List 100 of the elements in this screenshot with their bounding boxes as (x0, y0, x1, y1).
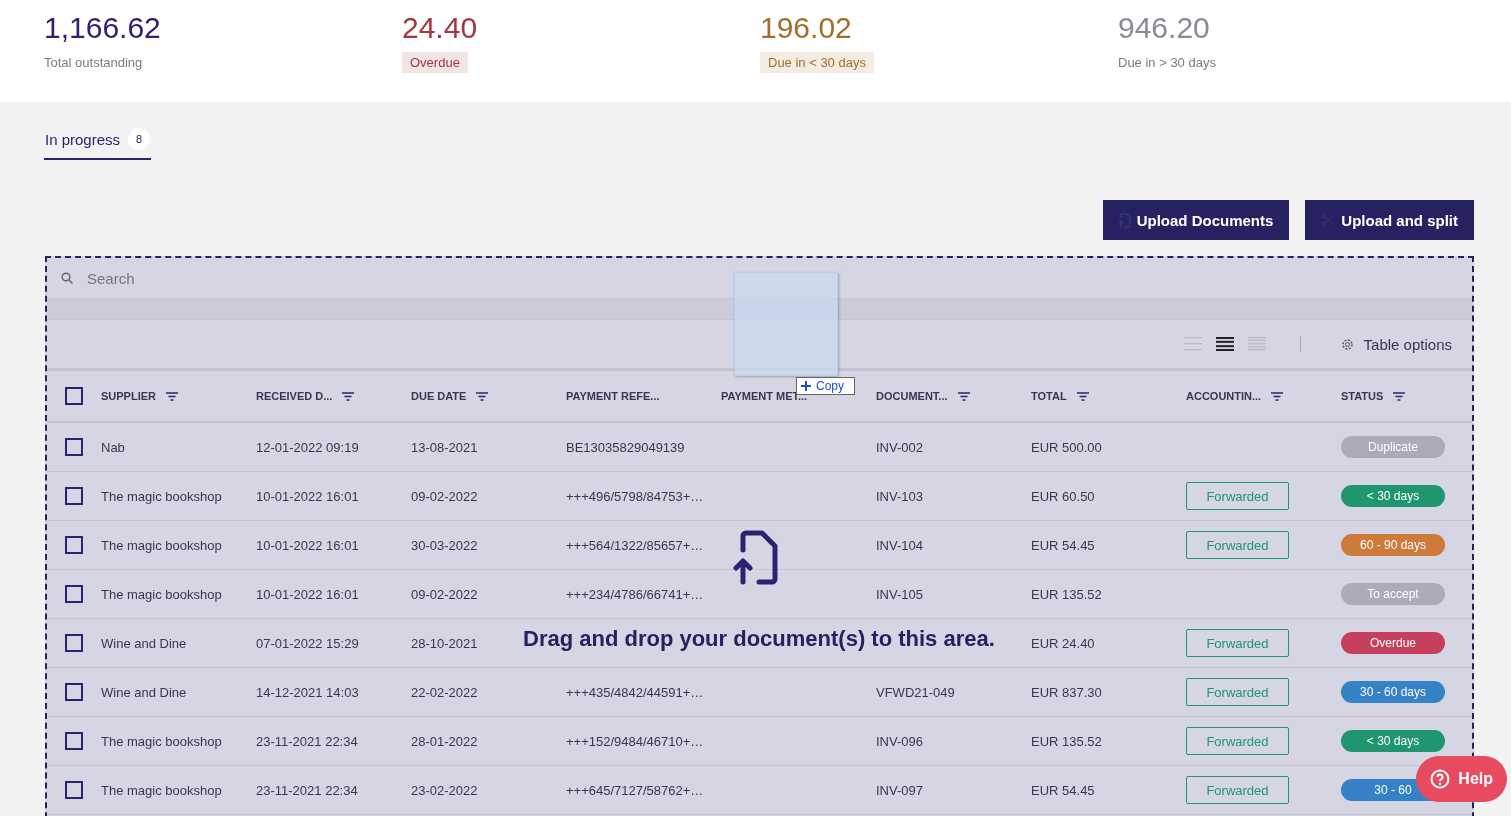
column-header[interactable]: ACCOUNTIN... (1186, 390, 1262, 402)
total-cell: EUR 54.45 (1031, 537, 1095, 553)
received-date-cell: 10-01-2022 16:01 (256, 488, 359, 504)
total-cell: EUR 54.45 (1031, 782, 1095, 798)
due-date-cell: 13-08-2021 (411, 439, 478, 455)
payment-reference-cell: +++234/4786/66741+… (566, 587, 704, 602)
payment-reference-cell: +++152/9484/46710+… (566, 734, 704, 749)
row-checkbox[interactable] (65, 438, 83, 456)
column-header[interactable]: STATUS (1341, 390, 1384, 402)
summary-amount: 1,166.62 (44, 10, 162, 46)
supplier-cell: The magic bookshop (101, 782, 222, 798)
tab[interactable]: In progress 8 (44, 126, 152, 160)
summary-label: Total outstanding (44, 54, 143, 72)
filter-icon[interactable] (476, 391, 489, 401)
filter-icon[interactable] (1393, 391, 1406, 401)
filter-icon[interactable] (1076, 391, 1089, 401)
search-icon (61, 272, 73, 284)
summary-amount: 196.02 (760, 10, 853, 46)
upload-split-button[interactable]: Upload and split (1305, 200, 1474, 240)
plus-icon (801, 381, 811, 391)
payment-reference-cell: BE13035829049139 (566, 440, 685, 455)
due-date-cell: 09-02-2022 (411, 586, 478, 602)
status-pill: Overdue (1341, 632, 1445, 654)
total-cell: EUR 500.00 (1031, 439, 1102, 455)
row-checkbox[interactable] (65, 732, 83, 750)
drop-message: Drag and drop your document(s) to this area. (523, 626, 995, 652)
question-icon (1430, 769, 1451, 789)
supplier-cell: The magic bookshop (101, 488, 222, 504)
filter-icon[interactable] (166, 391, 178, 401)
accounting-status: Forwarded (1186, 727, 1289, 755)
column-header[interactable]: RECEIVED D... (256, 390, 333, 402)
row-checkbox[interactable] (65, 781, 83, 799)
row-checkbox[interactable] (65, 536, 83, 554)
help-button[interactable]: Help (1416, 756, 1507, 802)
document-cell: INV-096 (876, 734, 923, 749)
received-date-cell: 12-01-2022 09:19 (256, 439, 359, 455)
select-all-checkbox[interactable] (65, 387, 83, 405)
row-checkbox[interactable] (65, 683, 83, 701)
summary-amount: 946.20 (1118, 10, 1211, 46)
upload-file-icon (733, 530, 781, 586)
column-header[interactable]: PAYMENT REFE... (566, 390, 660, 402)
received-date-cell: 10-01-2022 16:01 (256, 537, 359, 553)
status-pill: Duplicate (1341, 436, 1445, 458)
summary-label: Due in > 30 days (1118, 54, 1216, 72)
document-cell: INV-097 (876, 783, 923, 798)
column-header[interactable]: DOCUMENT... (876, 390, 948, 402)
default-density-icon[interactable] (1215, 337, 1234, 351)
received-date-cell: 07-01-2022 15:29 (256, 635, 359, 651)
document-cell: INV-002 (876, 440, 923, 455)
column-header[interactable]: DUE DATE (411, 390, 467, 402)
received-date-cell: 14-12-2021 14:03 (256, 684, 359, 700)
total-cell: EUR 24.40 (1031, 635, 1095, 651)
document-cell: VFWD21-049 (876, 685, 955, 700)
due-date-cell: 28-10-2021 (411, 635, 478, 651)
received-date-cell: 23-11-2021 22:34 (256, 733, 358, 749)
accounting-status: Forwarded (1186, 531, 1289, 559)
payment-reference-cell: +++496/5798/84753+… (566, 489, 704, 504)
status-tag: Due in < 30 days (760, 52, 874, 73)
status-pill: 60 - 90 days (1341, 534, 1445, 556)
supplier-cell: The magic bookshop (101, 537, 222, 553)
document-cell: INV-105 (876, 587, 923, 602)
column-header[interactable]: SUPPLIER (101, 390, 156, 402)
total-cell: EUR 135.52 (1031, 733, 1102, 749)
received-date-cell: 10-01-2022 16:01 (256, 586, 359, 602)
scissors-icon (1321, 213, 1336, 227)
total-cell: EUR 837.30 (1031, 684, 1102, 700)
due-date-cell: 30-03-2022 (411, 537, 478, 553)
accounting-status: Forwarded (1186, 482, 1289, 510)
filter-icon[interactable] (957, 391, 970, 401)
filter-icon[interactable] (342, 391, 355, 401)
table-options-button[interactable]: Table options (1334, 334, 1458, 354)
document-cell: INV-104 (876, 538, 923, 553)
status-tag: Overdue (402, 52, 468, 73)
supplier-cell: The magic bookshop (101, 586, 222, 602)
column-header[interactable]: TOTAL (1031, 390, 1067, 402)
status-pill: 30 - 60 days (1341, 681, 1445, 703)
supplier-cell: Nab (101, 439, 125, 455)
total-cell: EUR 135.52 (1031, 586, 1102, 602)
supplier-cell: The magic bookshop (101, 733, 222, 749)
total-cell: EUR 60.50 (1031, 488, 1095, 504)
search-field[interactable]: Search (85, 268, 389, 288)
row-checkbox[interactable] (65, 634, 83, 652)
row-checkbox[interactable] (65, 585, 83, 603)
upload-button[interactable]: Upload Documents (1102, 200, 1290, 240)
payment-reference-cell: +++435/4842/44591+… (566, 685, 704, 700)
document-cell: INV-103 (876, 489, 923, 504)
supplier-cell: Wine and Dine (101, 635, 187, 651)
accounting-status: Forwarded (1186, 629, 1289, 657)
summary-amount: 24.40 (402, 10, 479, 46)
received-date-cell: 23-11-2021 22:34 (256, 782, 358, 798)
payment-reference-cell: +++564/1322/85657+… (566, 538, 704, 553)
status-pill: < 30 days (1341, 485, 1445, 507)
due-date-cell: 28-01-2022 (411, 733, 478, 749)
row-checkbox[interactable] (65, 487, 83, 505)
due-date-cell: 09-02-2022 (411, 488, 478, 504)
payment-reference-cell: +++645/7127/58762+… (566, 783, 704, 798)
copy-tooltip: Copy (796, 377, 855, 395)
filter-icon[interactable] (1271, 391, 1284, 401)
supplier-cell: Wine and Dine (101, 684, 187, 700)
status-pill: To accept (1341, 583, 1445, 605)
